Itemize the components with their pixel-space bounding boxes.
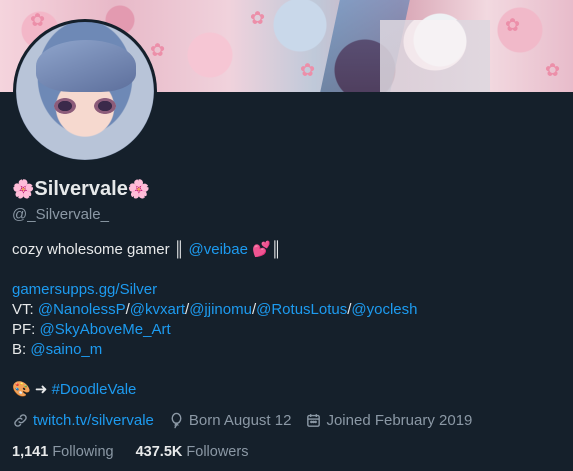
arrow-icon: ➜ bbox=[30, 381, 52, 398]
avatar-art-eye bbox=[94, 98, 116, 114]
calendar-icon bbox=[307, 414, 321, 427]
banner-art-robe bbox=[380, 20, 490, 92]
follow-stats: 1,141 Following 437.5K Followers bbox=[12, 444, 266, 460]
bio-line-website: gamersupps.gg/Silver bbox=[12, 280, 418, 300]
mention-link[interactable]: @yoclesh bbox=[351, 301, 417, 318]
user-handle: @_Silvervale_ bbox=[12, 206, 109, 223]
profile-website-link[interactable]: twitch.tv/silvervale bbox=[33, 412, 154, 429]
bio-line-vt: VT: @NanolessP/@kvxart/@jjinomu/@RotusLo… bbox=[12, 300, 418, 320]
mention-link[interactable]: @saino_m bbox=[30, 341, 102, 358]
link-icon bbox=[14, 414, 27, 427]
petal-icon: ✿ bbox=[300, 60, 316, 80]
bio-text: cozy wholesome gamer ║ bbox=[12, 241, 189, 258]
petal-icon: ✿ bbox=[505, 15, 521, 35]
mention-link[interactable]: @veibae bbox=[189, 241, 248, 258]
petal-icon: ✿ bbox=[545, 60, 561, 80]
avatar-art-eye bbox=[54, 98, 76, 114]
followers-count: 437.5K bbox=[135, 444, 183, 460]
profile-meta: twitch.tv/silvervale Born August 12 Join… bbox=[12, 412, 486, 429]
bio-line-pf: PF: @SkyAboveMe_Art bbox=[12, 320, 418, 340]
bio-line-1: cozy wholesome gamer ║ @veibae 💕║ bbox=[12, 240, 418, 260]
bio-text: ║ bbox=[270, 241, 282, 258]
avatar[interactable] bbox=[13, 19, 157, 163]
balloon-icon bbox=[171, 412, 182, 429]
joined-text: Joined February 2019 bbox=[326, 412, 473, 429]
cherry-blossom-emoji: 🌸 bbox=[127, 179, 151, 199]
cherry-blossom-emoji: 🌸 bbox=[12, 179, 35, 199]
hashtag-link[interactable]: #DoodleVale bbox=[52, 381, 137, 398]
mention-link[interactable]: @NanolessP bbox=[38, 301, 126, 318]
bio-label-b: B: bbox=[12, 341, 31, 358]
website-link[interactable]: gamersupps.gg/Silver bbox=[12, 281, 157, 298]
birthday-text: Born August 12 bbox=[188, 412, 292, 429]
palette-emoji: 🎨 bbox=[12, 381, 31, 398]
mention-link[interactable]: @SkyAboveMe_Art bbox=[40, 321, 171, 338]
bio-label-pf: PF: bbox=[12, 321, 40, 338]
bio: cozy wholesome gamer ║ @veibae 💕║ gamers… bbox=[12, 240, 418, 400]
following-label: Following bbox=[52, 444, 114, 460]
bio-line-b: B: @saino_m bbox=[12, 340, 418, 360]
followers-label: Followers bbox=[186, 444, 249, 460]
mention-link[interactable]: @RotusLotus bbox=[256, 301, 347, 318]
petal-icon: ✿ bbox=[150, 40, 166, 60]
display-name: 🌸Silvervale🌸 bbox=[12, 178, 150, 201]
following-count: 1,141 bbox=[12, 444, 49, 460]
joined-item: Joined February 2019 bbox=[305, 412, 472, 429]
profile-link-item: twitch.tv/silvervale bbox=[12, 412, 154, 429]
bio-label-vt: VT: bbox=[12, 301, 38, 318]
heart-emoji: 💕 bbox=[252, 241, 271, 258]
bio-line-hashtag: 🎨 ➜ #DoodleVale bbox=[12, 380, 418, 400]
birthday-item: Born August 12 bbox=[168, 412, 292, 429]
mention-link[interactable]: @kvxart bbox=[130, 301, 185, 318]
followers-link[interactable]: 437.5K Followers bbox=[136, 444, 249, 460]
following-link[interactable]: 1,141 Following bbox=[12, 444, 114, 460]
display-name-text: Silvervale bbox=[34, 178, 128, 200]
mention-link[interactable]: @jjinomu bbox=[189, 301, 252, 318]
avatar-art-hair bbox=[36, 40, 136, 92]
petal-icon: ✿ bbox=[30, 10, 46, 30]
petal-icon: ✿ bbox=[250, 8, 266, 28]
